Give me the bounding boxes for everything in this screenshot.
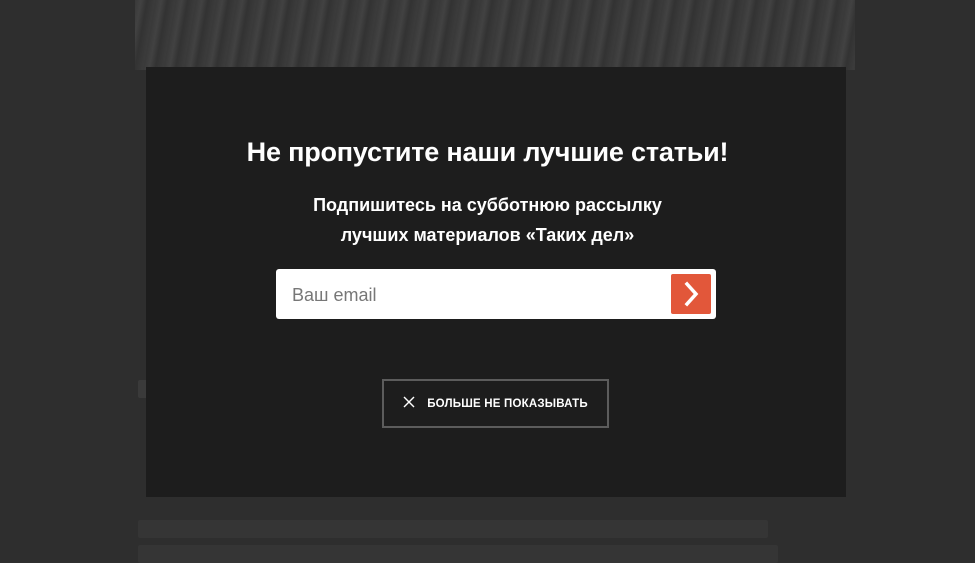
email-form <box>276 269 716 321</box>
subscribe-modal: Не пропустите наши лучшие статьи! Подпиш… <box>0 0 975 562</box>
submit-button[interactable] <box>671 274 711 314</box>
dismiss-button[interactable]: БОЛЬШЕ НЕ ПОКАЗЫВАТЬ <box>382 379 609 428</box>
modal-title: Не пропустите наши лучшие статьи! <box>246 137 729 167</box>
modal-subtitle: лучших материалов «Таких дел» <box>340 225 635 245</box>
chevron-right-icon <box>684 281 699 307</box>
dismiss-label: БОЛЬШЕ НЕ ПОКАЗЫВАТЬ <box>427 397 588 410</box>
email-input[interactable] <box>290 269 674 321</box>
close-icon <box>403 396 415 411</box>
modal-subtitle: Подпишитесь на субботнюю рассылку <box>313 195 662 215</box>
